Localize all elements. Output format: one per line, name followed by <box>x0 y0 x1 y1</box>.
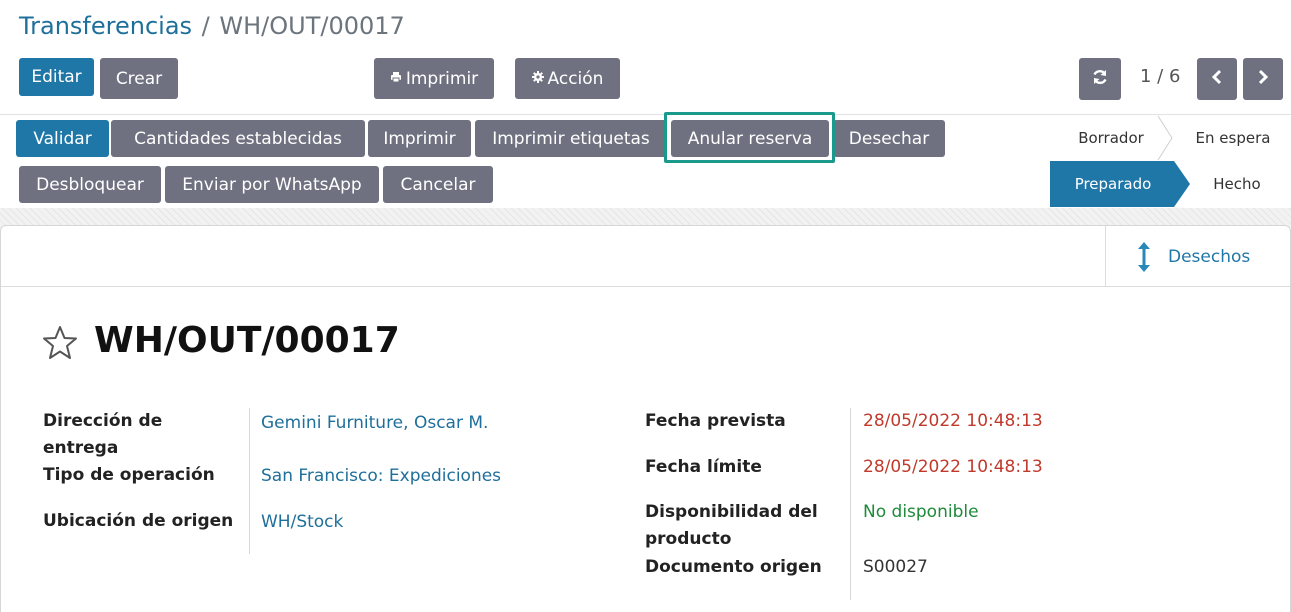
left-column-divider <box>249 408 250 554</box>
scrap-smart-label: Desechos <box>1168 246 1251 267</box>
whatsapp-button[interactable]: Enviar por WhatsApp <box>165 166 379 203</box>
refresh-icon <box>1091 68 1109 91</box>
refresh-button[interactable] <box>1079 58 1121 100</box>
action-dropdown-button[interactable]: Acción <box>515 58 620 99</box>
status-separator-icon <box>1157 115 1173 161</box>
validate-button[interactable]: Validar <box>16 120 109 157</box>
unreserve-highlight-box <box>664 112 835 163</box>
print-button[interactable]: Imprimir <box>368 120 471 157</box>
status-ready[interactable]: Preparado <box>1050 161 1190 207</box>
status-done[interactable]: Hecho <box>1195 161 1279 207</box>
breadcrumb-parent-link[interactable]: Transferencias <box>19 12 192 40</box>
field-label-deadline: Fecha límite <box>645 457 762 477</box>
star-icon[interactable] <box>41 324 79 362</box>
breadcrumb: Transferencias / WH/OUT/00017 <box>19 12 405 40</box>
edit-button[interactable]: Editar <box>19 58 94 96</box>
create-button[interactable]: Crear <box>100 58 178 99</box>
right-column-divider <box>850 408 851 600</box>
field-value-source-location[interactable]: WH/Stock <box>261 509 343 536</box>
field-label-operation-type: Tipo de operación <box>43 465 215 485</box>
print-dropdown-label: Imprimir <box>405 68 479 89</box>
print-dropdown-button[interactable]: Imprimir <box>374 58 494 99</box>
field-value-operation-type[interactable]: San Francisco: Expediciones <box>261 463 501 490</box>
field-value-product-availability: No disponible <box>863 502 979 522</box>
chevron-left-icon <box>1210 69 1224 90</box>
pager-previous-button[interactable] <box>1197 58 1237 100</box>
arrows-vertical-icon <box>1132 241 1156 273</box>
field-value-source-document[interactable]: S00027 <box>863 554 928 581</box>
record-title: WH/OUT/00017 <box>94 320 400 361</box>
field-label-source-location: Ubicación de origen <box>43 511 234 531</box>
pager-value[interactable]: 1 / 6 <box>1140 66 1180 87</box>
scrap-button[interactable]: Desechar <box>833 120 945 157</box>
breadcrumb-current: WH/OUT/00017 <box>219 12 405 40</box>
field-label-scheduled-date: Fecha prevista <box>645 411 786 431</box>
status-ready-pill: Preparado <box>1050 161 1190 207</box>
set-quantities-button[interactable]: Cantidades establecidas <box>111 120 365 157</box>
control-panel-divider <box>0 114 1291 115</box>
action-dropdown-label: Acción <box>547 68 604 89</box>
smart-button-box: Desechos <box>1 226 1290 287</box>
field-value-deadline[interactable]: 28/05/2022 10:48:13 <box>863 454 1043 481</box>
chevron-right-icon <box>1256 69 1270 90</box>
pager-next-button[interactable] <box>1243 58 1283 100</box>
scrap-smart-button[interactable]: Desechos <box>1105 226 1291 287</box>
gear-icon <box>531 70 544 87</box>
print-icon <box>390 71 402 87</box>
status-waiting[interactable]: En espera <box>1178 118 1288 158</box>
print-labels-button[interactable]: Imprimir etiquetas <box>475 120 667 157</box>
breadcrumb-separator: / <box>201 12 210 40</box>
form-sheet: Desechos WH/OUT/00017 Dirección de entre… <box>0 225 1291 612</box>
unlock-button[interactable]: Desbloquear <box>19 166 161 203</box>
field-value-scheduled-date[interactable]: 28/05/2022 10:48:13 <box>863 408 1043 435</box>
field-label-source-document: Documento origen <box>645 557 822 577</box>
field-value-delivery-address[interactable]: Gemini Furniture, Oscar M. <box>261 410 488 437</box>
cancel-button[interactable]: Cancelar <box>383 166 493 203</box>
field-label-product-availability: Disponibilidad del producto <box>645 502 818 549</box>
status-draft[interactable]: Borrador <box>1062 118 1160 158</box>
field-label-delivery-address: Dirección de entrega <box>43 411 163 458</box>
